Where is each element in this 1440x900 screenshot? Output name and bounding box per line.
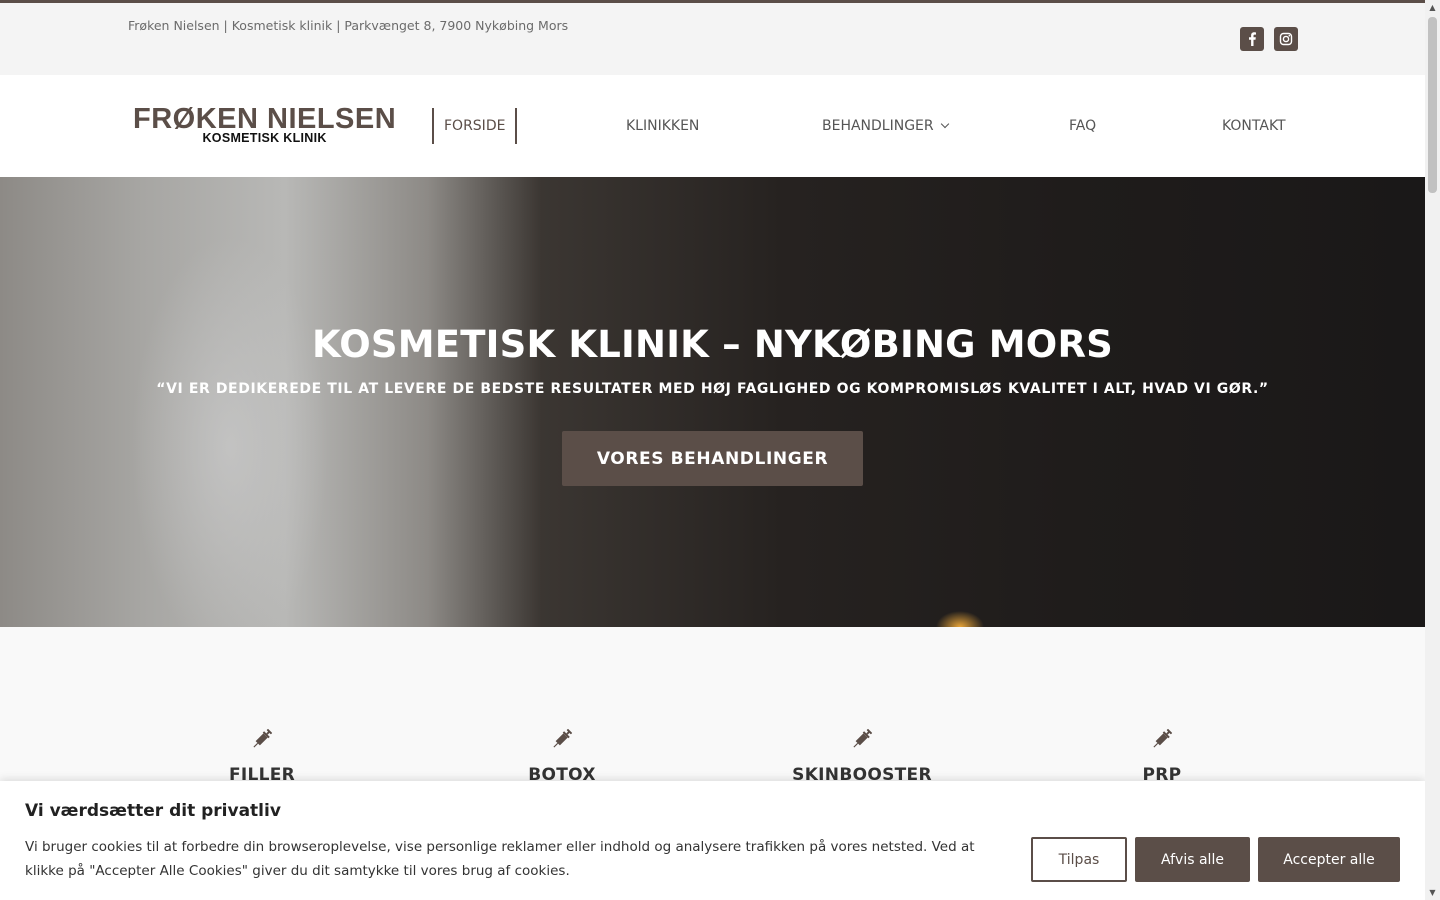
nav-item-behandlinger[interactable]: BEHANDLINGER: [822, 108, 949, 144]
cookie-title: Vi værdsætter dit privatliv: [25, 801, 281, 821]
accept-all-button[interactable]: Accepter alle: [1258, 837, 1400, 882]
treatment-botox[interactable]: BOTOX: [462, 727, 662, 785]
page-scrollbar[interactable]: ▲ ▼: [1425, 0, 1440, 900]
nav-item-kontakt[interactable]: KONTAKT: [1222, 108, 1286, 144]
instagram-glyph: [1279, 32, 1293, 46]
treatment-filler[interactable]: FILLER: [162, 727, 362, 785]
scroll-down-arrow-icon[interactable]: ▼: [1425, 885, 1440, 900]
our-treatments-button[interactable]: VORES BEHANDLINGER: [562, 431, 863, 486]
syringe-icon: [1153, 728, 1173, 748]
site-logo[interactable]: FRØKEN NIELSEN KOSMETISK KLINIK: [133, 103, 397, 146]
customize-button[interactable]: Tilpas: [1031, 837, 1127, 882]
instagram-icon[interactable]: [1274, 27, 1298, 51]
syringe-icon: [853, 728, 873, 748]
cookie-description: Vi bruger cookies til at forbedre din br…: [25, 839, 975, 879]
hero-section: KOSMETISK KLINIK – NYKØBING MORS “VI ER …: [0, 177, 1425, 627]
treatment-skinbooster[interactable]: SKINBOOSTER: [762, 727, 962, 785]
top-info-bar: Frøken Nielsen | Kosmetisk klinik | Park…: [0, 0, 1425, 75]
nav-item-forside[interactable]: FORSIDE: [432, 108, 518, 144]
scrollbar-thumb[interactable]: [1428, 17, 1437, 193]
site-header: FRØKEN NIELSEN KOSMETISK KLINIK FORSIDE …: [0, 75, 1425, 177]
hero-title: KOSMETISK KLINIK – NYKØBING MORS: [312, 323, 1113, 366]
page: Frøken Nielsen | Kosmetisk klinik | Park…: [0, 0, 1440, 900]
cookie-consent-banner: Vi værdsætter dit privatliv Vi bruger co…: [0, 781, 1425, 900]
contact-info-text: Frøken Nielsen | Kosmetisk klinik | Park…: [128, 18, 569, 33]
chevron-down-icon: [940, 119, 949, 129]
nav-item-faq[interactable]: FAQ: [1069, 108, 1096, 144]
syringe-icon: [253, 728, 273, 748]
syringe-icon: [553, 728, 573, 748]
hero-quote: “VI ER DEDIKEREDE TIL AT LEVERE DE BEDST…: [156, 381, 1269, 397]
facebook-icon[interactable]: [1240, 27, 1264, 51]
facebook-glyph: [1249, 32, 1256, 46]
nav-item-behandlinger-label: BEHANDLINGER: [822, 118, 934, 134]
reject-all-button[interactable]: Afvis alle: [1135, 837, 1250, 882]
nav-item-klinikken[interactable]: KLINIKKEN: [626, 108, 699, 144]
logo-main-text: FRØKEN NIELSEN: [133, 103, 397, 135]
scroll-up-arrow-icon[interactable]: ▲: [1425, 0, 1440, 15]
treatment-prp[interactable]: PRP: [1062, 727, 1262, 785]
